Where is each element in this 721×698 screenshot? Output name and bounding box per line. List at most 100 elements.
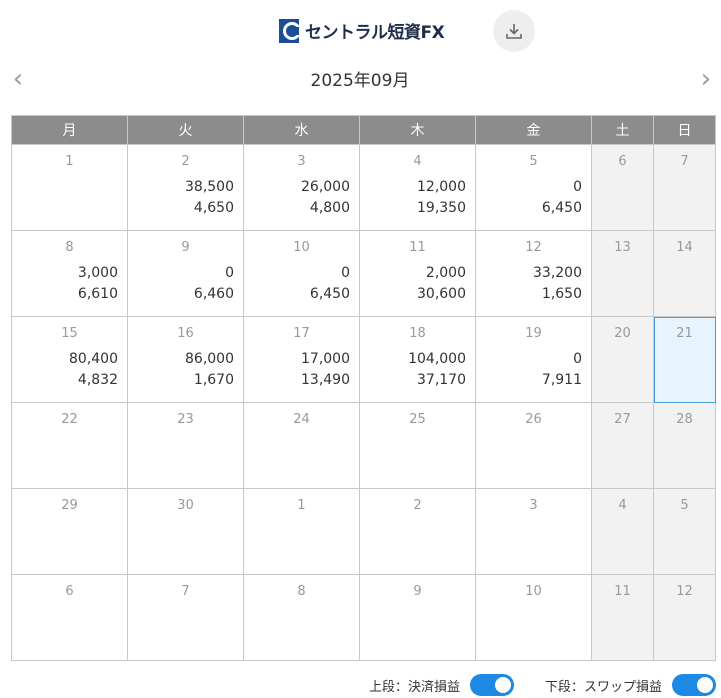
day-number: 19 — [525, 326, 542, 341]
calendar-day-cell[interactable]: 23 — [127, 402, 244, 489]
calendar-day-cell[interactable]: 1 — [243, 488, 360, 575]
calendar-day-cell[interactable]: 12 — [653, 574, 716, 661]
swap-pl-value: 6,450 — [309, 286, 350, 302]
settlement-pl-value: 26,000 — [301, 179, 350, 195]
calendar-day-cell[interactable]: 1 — [11, 144, 128, 231]
calendar-day-cell[interactable]: 30 — [127, 488, 244, 575]
day-number: 22 — [61, 412, 78, 427]
calendar-day-cell[interactable]: 4 12,000 19,350 — [359, 144, 476, 231]
month-title: 2025年09月 — [310, 71, 410, 91]
day-number: 6 — [618, 154, 627, 169]
chevron-left-icon: ‹ — [12, 64, 24, 94]
swap-pl-value: 7,911 — [541, 372, 582, 388]
calendar-day-cell[interactable]: 5 0 6,450 — [475, 144, 592, 231]
day-number: 7 — [680, 154, 689, 169]
chevron-right-icon: › — [700, 64, 712, 94]
calendar-day-cell[interactable]: 7 — [653, 144, 716, 231]
calendar-day-cell[interactable]: 10 0 6,450 — [243, 230, 360, 317]
settlement-pl-value: 0 — [225, 265, 234, 281]
day-number: 29 — [61, 498, 78, 513]
swap-pl-value: 37,170 — [417, 372, 466, 388]
day-number: 7 — [181, 584, 190, 599]
day-number: 8 — [65, 240, 74, 255]
day-number: 9 — [413, 584, 422, 599]
settlement-pl-value: 38,500 — [185, 179, 234, 195]
weekday-header: 木 — [359, 115, 476, 145]
calendar-day-cell[interactable]: 25 — [359, 402, 476, 489]
day-number: 28 — [676, 412, 693, 427]
day-number: 17 — [293, 326, 310, 341]
day-number: 4 — [413, 154, 422, 169]
calendar-day-cell[interactable]: 26 — [475, 402, 592, 489]
calendar-day-cell[interactable]: 3 26,000 4,800 — [243, 144, 360, 231]
calendar-day-cell[interactable]: 27 — [591, 402, 654, 489]
calendar-day-cell[interactable]: 20 — [591, 316, 654, 403]
footer-toggles: 上段：決済損益 下段：スワップ損益 — [0, 672, 721, 698]
calendar-day-cell[interactable]: 24 — [243, 402, 360, 489]
day-number: 3 — [297, 154, 306, 169]
weekday-header: 火 — [127, 115, 244, 145]
calendar-day-cell[interactable]: 5 — [653, 488, 716, 575]
day-number: 24 — [293, 412, 310, 427]
calendar-day-cell[interactable]: 21 — [653, 316, 716, 403]
swap-pl-value: 6,460 — [193, 286, 234, 302]
swap-pl-value: 1,650 — [541, 286, 582, 302]
download-icon — [506, 24, 522, 39]
calendar-day-cell[interactable]: 13 — [591, 230, 654, 317]
calendar-day-cell[interactable]: 10 — [475, 574, 592, 661]
swap-pl-toggle[interactable] — [672, 674, 717, 696]
day-number: 3 — [529, 498, 538, 513]
swap-pl-value: 13,490 — [301, 372, 350, 388]
calendar-day-cell[interactable]: 7 — [127, 574, 244, 661]
calendar-day-cell[interactable]: 2 — [359, 488, 476, 575]
day-number: 1 — [297, 498, 306, 513]
day-number: 11 — [409, 240, 426, 255]
day-number: 8 — [297, 584, 306, 599]
calendar-day-cell[interactable]: 8 — [243, 574, 360, 661]
calendar-day-cell[interactable]: 11 — [591, 574, 654, 661]
calendar-day-cell[interactable]: 2 38,500 4,650 — [127, 144, 244, 231]
calendar-day-cell[interactable]: 9 0 6,460 — [127, 230, 244, 317]
calendar-day-cell[interactable]: 16 86,000 1,670 — [127, 316, 244, 403]
day-number: 30 — [177, 498, 194, 513]
swap-pl-value: 4,800 — [309, 200, 350, 216]
swap-pl-value: 4,650 — [193, 200, 234, 216]
calendar-day-cell[interactable]: 8 3,000 6,610 — [11, 230, 128, 317]
app-header: セントラル短資FX — [0, 0, 721, 60]
calendar-day-cell[interactable]: 6 — [591, 144, 654, 231]
settlement-toggle-label: 上段：決済損益 — [369, 679, 461, 695]
settlement-toggle-group: 上段：決済損益 — [369, 674, 515, 696]
day-number: 15 — [61, 326, 78, 341]
calendar-day-cell[interactable]: 6 — [11, 574, 128, 661]
calendar-day-cell[interactable]: 19 0 7,911 — [475, 316, 592, 403]
calendar-day-cell[interactable]: 28 — [653, 402, 716, 489]
calendar-day-cell[interactable]: 29 — [11, 488, 128, 575]
calendar-day-cell[interactable]: 12 33,200 1,650 — [475, 230, 592, 317]
day-number: 4 — [618, 498, 627, 513]
settlement-pl-value: 86,000 — [185, 351, 234, 367]
calendar-day-cell[interactable]: 9 — [359, 574, 476, 661]
settlement-pl-value: 0 — [573, 179, 582, 195]
day-number: 2 — [181, 154, 190, 169]
settlement-pl-value: 0 — [341, 265, 350, 281]
prev-month-button[interactable]: ‹ — [6, 64, 30, 94]
settlement-pl-toggle[interactable] — [470, 674, 515, 696]
day-number: 18 — [409, 326, 426, 341]
calendar-day-cell[interactable]: 15 80,400 4,832 — [11, 316, 128, 403]
calendar-day-cell[interactable]: 11 2,000 30,600 — [359, 230, 476, 317]
day-number: 1 — [65, 154, 74, 169]
calendar-day-cell[interactable]: 3 — [475, 488, 592, 575]
download-button[interactable] — [493, 10, 535, 52]
weekday-header: 土 — [591, 115, 654, 145]
brand-logo-mark — [279, 18, 299, 43]
next-month-button[interactable]: › — [694, 64, 718, 94]
calendar-day-cell[interactable]: 4 — [591, 488, 654, 575]
calendar-day-cell[interactable]: 18 104,000 37,170 — [359, 316, 476, 403]
settlement-pl-value: 0 — [573, 351, 582, 367]
calendar-day-cell[interactable]: 17 17,000 13,490 — [243, 316, 360, 403]
day-number: 27 — [614, 412, 631, 427]
calendar-day-cell[interactable]: 14 — [653, 230, 716, 317]
settlement-pl-value: 80,400 — [69, 351, 118, 367]
day-number: 10 — [525, 584, 542, 599]
calendar-day-cell[interactable]: 22 — [11, 402, 128, 489]
